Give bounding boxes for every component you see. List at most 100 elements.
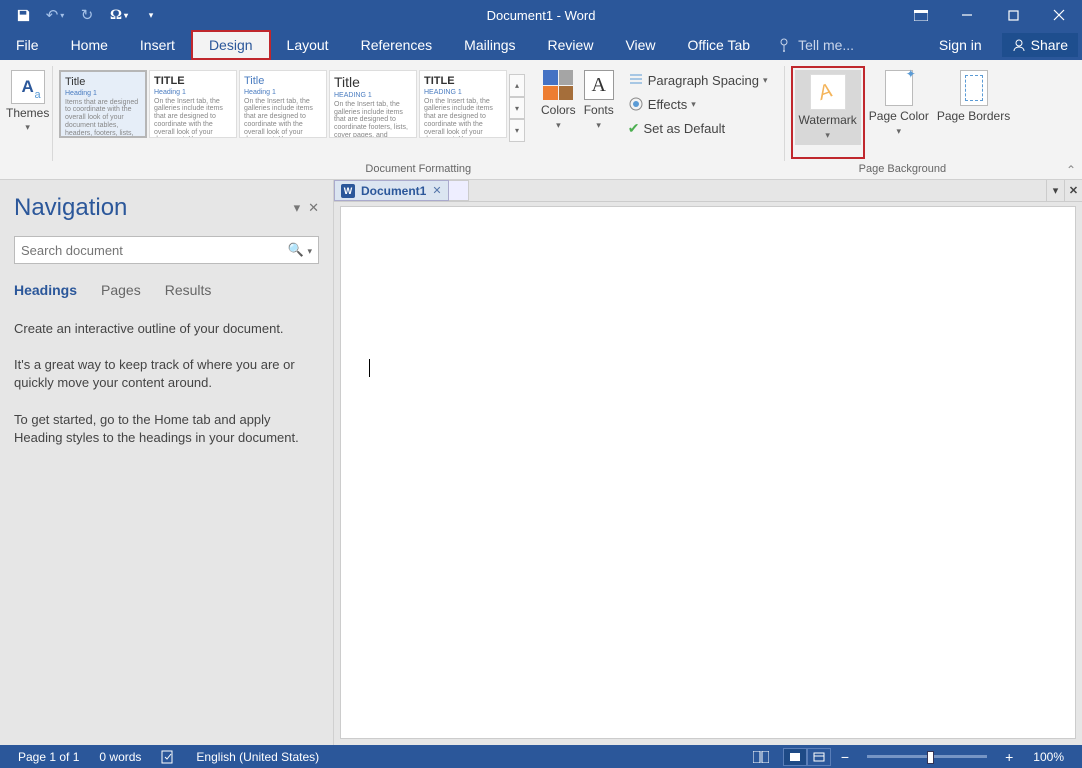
gallery-expand[interactable]: ▾ <box>509 119 525 142</box>
effects-icon <box>628 96 644 112</box>
fonts-label: Fonts <box>584 103 614 117</box>
navtab-headings[interactable]: Headings <box>14 282 77 298</box>
page-borders-label: Page Borders <box>937 109 1010 123</box>
maximize-button[interactable] <box>990 0 1036 30</box>
titlebar: ↶ ▾ ↻ Ω ▾ ▾ Document1 - Word <box>0 0 1082 30</box>
themes-icon <box>11 70 45 104</box>
print-layout-view[interactable] <box>783 748 807 766</box>
tab-layout[interactable]: Layout <box>271 30 345 60</box>
window-title: Document1 - Word <box>487 8 596 23</box>
status-proofing[interactable] <box>151 749 186 764</box>
navpane-close[interactable]: ✕ <box>308 200 319 216</box>
navigation-pane: Navigation ▾ ✕ 🔍 ▾ Headings Pages Result… <box>0 180 334 745</box>
status-words[interactable]: 0 words <box>89 750 151 764</box>
text-cursor <box>369 359 370 377</box>
tabs-dropdown[interactable]: ▾ <box>1046 180 1064 201</box>
search-icon[interactable]: 🔍 ▾ <box>288 242 312 258</box>
page-borders-button[interactable]: Page Borders <box>933 66 1014 159</box>
style-set-item[interactable]: TITLE HEADING 1 On the Insert tab, the g… <box>419 70 507 138</box>
tab-office-tab[interactable]: Office Tab <box>672 30 767 60</box>
themes-button[interactable]: Themes ▾ <box>6 66 49 159</box>
tab-home[interactable]: Home <box>55 30 124 60</box>
search-document-box[interactable]: 🔍 ▾ <box>14 236 319 264</box>
zoom-out-button[interactable]: − <box>835 749 855 765</box>
watermark-label: Watermark <box>799 113 857 127</box>
themes-label: Themes <box>6 106 49 120</box>
colors-button[interactable]: Colors ▾ <box>537 66 580 135</box>
workspace: Navigation ▾ ✕ 🔍 ▾ Headings Pages Result… <box>0 180 1082 745</box>
page-color-label: Page Color <box>869 109 929 123</box>
navpane-body: Create an interactive outline of your do… <box>14 320 319 465</box>
nav-help-text: It's a great way to keep track of where … <box>14 356 319 392</box>
collapse-ribbon-button[interactable]: ⌃ <box>1066 163 1076 177</box>
style-set-gallery[interactable]: Title Heading 1 Items that are designed … <box>59 70 525 142</box>
tab-insert[interactable]: Insert <box>124 30 191 60</box>
document-tabs: W Document1 ✕ ▾ ✕ <box>334 180 1082 202</box>
navpane-tabs: Headings Pages Results <box>14 282 319 298</box>
navpane-options[interactable]: ▾ <box>294 200 301 216</box>
document-tab[interactable]: W Document1 ✕ <box>334 180 449 201</box>
nav-help-text: To get started, go to the Home tab and a… <box>14 411 319 447</box>
style-set-item[interactable]: Title HEADING 1 On the Insert tab, the g… <box>329 70 417 138</box>
document-region: W Document1 ✕ ▾ ✕ <box>334 180 1082 745</box>
fonts-icon: A <box>584 70 614 100</box>
zoom-level[interactable]: 100% <box>1023 750 1074 764</box>
check-icon: ✔ <box>628 120 640 137</box>
share-button[interactable]: Share <box>1002 33 1078 57</box>
new-tab-button[interactable] <box>449 180 469 201</box>
symbol-button[interactable]: Ω ▾ <box>106 2 132 28</box>
fonts-button[interactable]: A Fonts ▾ <box>580 66 618 135</box>
tabs-close-all[interactable]: ✕ <box>1064 180 1082 201</box>
set-as-default-button[interactable]: ✔ Set as Default <box>622 116 774 140</box>
navtab-pages[interactable]: Pages <box>101 282 141 298</box>
paragraph-spacing-button[interactable]: Paragraph Spacing ▾ <box>622 68 774 92</box>
sign-in-link[interactable]: Sign in <box>927 37 994 53</box>
tab-view[interactable]: View <box>609 30 671 60</box>
group-label-page-bg: Page Background <box>785 161 1021 179</box>
ribbon: Themes ▾ Title Heading 1 Items that are … <box>0 60 1082 180</box>
page-borders-icon <box>960 70 988 106</box>
paragraph-spacing-icon <box>628 72 644 88</box>
page-color-button[interactable]: Page Color ▾ <box>865 66 933 159</box>
ribbon-tabs: File Home Insert Design Layout Reference… <box>0 30 1082 60</box>
document-tab-label: Document1 <box>361 184 426 198</box>
style-set-item[interactable]: Title Heading 1 Items that are designed … <box>59 70 147 138</box>
style-set-item[interactable]: Title Heading 1 On the Insert tab, the g… <box>239 70 327 138</box>
qat-customize[interactable]: ▾ <box>138 2 164 28</box>
ribbon-display-options[interactable] <box>898 0 944 30</box>
web-layout-view[interactable] <box>807 748 831 766</box>
close-tab-icon[interactable]: ✕ <box>432 184 441 197</box>
nav-help-text: Create an interactive outline of your do… <box>14 320 319 338</box>
save-button[interactable] <box>10 2 36 28</box>
search-input[interactable] <box>21 243 288 258</box>
tell-me-search[interactable]: Tell me... <box>766 30 866 60</box>
tab-design[interactable]: Design <box>191 30 271 60</box>
chevron-down-icon: ▾ <box>897 126 902 137</box>
zoom-in-button[interactable]: + <box>999 749 1019 765</box>
tab-file[interactable]: File <box>0 30 55 60</box>
undo-button[interactable]: ↶ ▾ <box>42 2 68 28</box>
zoom-slider[interactable] <box>867 755 987 758</box>
minimize-button[interactable] <box>944 0 990 30</box>
document-page[interactable] <box>340 206 1076 739</box>
close-button[interactable] <box>1036 0 1082 30</box>
status-bar: Page 1 of 1 0 words English (United Stat… <box>0 745 1082 768</box>
style-set-item[interactable]: TITLE Heading 1 On the Insert tab, the g… <box>149 70 237 138</box>
quick-access-toolbar: ↶ ▾ ↻ Ω ▾ ▾ <box>0 2 164 28</box>
page-color-icon <box>885 70 913 106</box>
gallery-scroll-down[interactable]: ▾ <box>509 97 525 120</box>
tab-review[interactable]: Review <box>532 30 610 60</box>
watermark-button[interactable]: Watermark ▾ <box>795 70 861 145</box>
window-controls <box>898 0 1082 30</box>
gallery-scroll-up[interactable]: ▴ <box>509 74 525 97</box>
chevron-down-icon: ▾ <box>763 75 768 86</box>
navtab-results[interactable]: Results <box>165 282 212 298</box>
reading-view-icon[interactable] <box>743 751 779 763</box>
tab-references[interactable]: References <box>345 30 449 60</box>
status-page[interactable]: Page 1 of 1 <box>8 750 89 764</box>
effects-button[interactable]: Effects ▾ <box>622 92 774 116</box>
tab-mailings[interactable]: Mailings <box>448 30 531 60</box>
redo-button[interactable]: ↻ <box>74 2 100 28</box>
colors-icon <box>543 70 573 100</box>
status-language[interactable]: English (United States) <box>186 750 329 764</box>
